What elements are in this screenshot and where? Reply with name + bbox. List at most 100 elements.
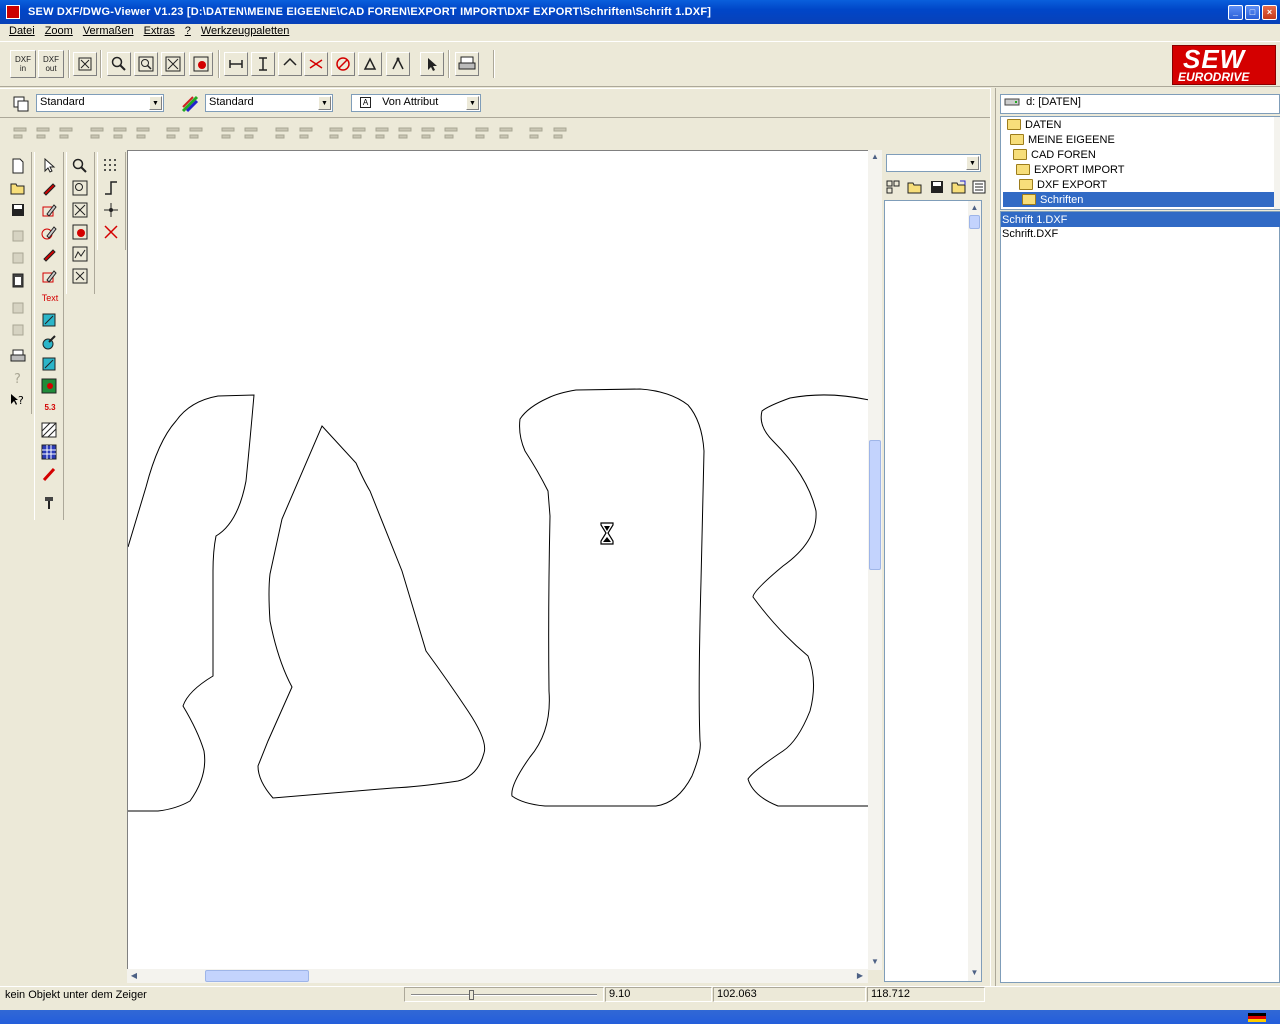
tree-item-schriften[interactable]: Schriften — [1003, 192, 1275, 207]
context-help-icon[interactable]: ? — [7, 389, 29, 410]
minimize-button[interactable]: _ — [1228, 4, 1243, 20]
layer-icon[interactable] — [9, 92, 33, 116]
scroll-up-icon[interactable]: ▲ — [868, 150, 882, 164]
list-view-icon[interactable] — [971, 177, 987, 197]
copy-icon[interactable] — [7, 247, 29, 268]
panel-splitter[interactable] — [990, 88, 996, 986]
save-icon[interactable] — [927, 177, 947, 197]
align-bottom-icon[interactable] — [133, 122, 153, 144]
menu-vermassen[interactable]: Vermaßen — [83, 25, 134, 37]
chevron-down-icon[interactable]: ▼ — [466, 96, 479, 110]
new-folder-icon[interactable] — [883, 177, 903, 197]
ortho-snap-icon[interactable] — [100, 177, 122, 198]
distribute-h-icon[interactable] — [186, 122, 206, 144]
dimension-tool-button[interactable]: 5.3 — [39, 400, 61, 416]
scroll-down-icon[interactable]: ▼ — [968, 966, 981, 980]
align-middle-icon[interactable] — [110, 122, 130, 144]
array-icon[interactable] — [472, 122, 492, 144]
fill-tool-icon[interactable] — [38, 309, 60, 330]
same-width-icon[interactable] — [272, 122, 292, 144]
stretch-icon[interactable] — [418, 122, 438, 144]
dimension-horizontal-icon[interactable] — [224, 52, 248, 76]
scroll-up-icon[interactable]: ▲ — [968, 201, 981, 215]
properties-icon[interactable] — [550, 122, 570, 144]
tree-item-daten[interactable]: DATEN — [1007, 117, 1061, 132]
file-item-schrift-1[interactable]: Schrift 1.DXF — [1001, 212, 1280, 227]
dxf-in-button[interactable]: DXF in — [10, 50, 36, 78]
menu-extras[interactable]: Extras — [144, 25, 175, 37]
zoom-tool-icon[interactable] — [69, 155, 91, 176]
tree-item-dxf-export[interactable]: DXF EXPORT — [1019, 177, 1107, 192]
align-top-icon[interactable] — [87, 122, 107, 144]
zoom-all-icon[interactable] — [73, 52, 97, 76]
scroll-thumb[interactable] — [969, 215, 980, 229]
select-arrow-icon[interactable] — [38, 155, 60, 176]
space-h-icon[interactable] — [218, 122, 238, 144]
canvas-horizontal-scrollbar[interactable]: ◀ ▶ — [127, 969, 868, 983]
dxf-out-button[interactable]: DXF out — [38, 50, 64, 78]
hatch-tool-icon[interactable] — [38, 419, 60, 440]
paste-icon[interactable] — [7, 269, 29, 290]
image-tool-icon[interactable] — [38, 375, 60, 396]
file-list[interactable]: Schrift 1.DXF Schrift.DXF — [1000, 211, 1280, 983]
pencil-tool-icon[interactable] — [38, 463, 60, 484]
linetype-icon[interactable] — [178, 92, 202, 116]
dimension-vertical-icon[interactable] — [251, 52, 275, 76]
drawing-canvas[interactable] — [127, 150, 868, 970]
new-file-icon[interactable] — [7, 155, 29, 176]
menu-help[interactable]: ? — [185, 25, 191, 37]
align-left-icon[interactable] — [10, 122, 30, 144]
endpoint-snap-icon[interactable] — [100, 199, 122, 220]
scroll-left-icon[interactable]: ◀ — [127, 969, 141, 983]
side-panel-select[interactable]: ▼ — [886, 154, 981, 172]
chevron-down-icon[interactable]: ▼ — [149, 96, 162, 110]
explode-icon[interactable] — [441, 122, 461, 144]
print-icon[interactable] — [455, 52, 479, 76]
menu-werkzeugpaletten[interactable]: Werkzeugpaletten — [201, 25, 289, 37]
align-right-icon[interactable] — [56, 122, 76, 144]
distribute-v-icon[interactable] — [163, 122, 183, 144]
zoom-previous-tool-icon[interactable] — [69, 221, 91, 242]
app-icon[interactable] — [6, 5, 20, 19]
maximize-button[interactable]: □ — [1245, 4, 1260, 20]
save-file-icon[interactable] — [7, 199, 29, 220]
layer-select[interactable]: Standard ▼ — [36, 94, 164, 112]
canvas-vertical-scrollbar[interactable]: ▲ ▼ — [868, 150, 882, 970]
close-button[interactable]: × — [1262, 4, 1277, 20]
same-height-icon[interactable] — [296, 122, 316, 144]
drive-select[interactable]: d: [DATEN] — [1000, 94, 1280, 114]
zoom-fit-tool-icon[interactable] — [69, 265, 91, 286]
select-pointer-icon[interactable] — [420, 52, 444, 76]
menu-datei[interactable]: Datei — [9, 25, 35, 37]
print-preview-icon[interactable] — [7, 345, 29, 366]
block-tool-icon[interactable] — [38, 353, 60, 374]
line-tool-icon[interactable] — [38, 177, 60, 198]
paint-tool-icon[interactable] — [38, 331, 60, 352]
intersection-snap-icon[interactable] — [100, 221, 122, 242]
dimension-diameter-icon[interactable] — [331, 52, 355, 76]
space-v-icon[interactable] — [241, 122, 261, 144]
group-icon[interactable] — [326, 122, 346, 144]
scroll-thumb[interactable] — [869, 440, 881, 570]
zoom-previous-icon[interactable] — [189, 52, 213, 76]
redo-icon[interactable] — [7, 319, 29, 340]
file-item-schrift[interactable]: Schrift.DXF — [1002, 226, 1058, 241]
color-grid-icon[interactable] — [38, 441, 60, 462]
scroll-thumb[interactable] — [205, 970, 309, 982]
zoom-icon[interactable] — [107, 52, 131, 76]
spline-tool-icon[interactable] — [38, 265, 60, 286]
side-panel-scrollbar[interactable]: ▲ ▼ — [968, 201, 981, 981]
open-folder-icon[interactable] — [905, 177, 925, 197]
dimension-angle-icon[interactable] — [304, 52, 328, 76]
scroll-down-icon[interactable]: ▼ — [868, 955, 882, 969]
arc-tool-icon[interactable] — [38, 221, 60, 242]
text-tool-button[interactable]: Text — [39, 290, 61, 306]
undo-icon[interactable] — [7, 297, 29, 318]
align-center-icon[interactable] — [33, 122, 53, 144]
dimension-radius-icon[interactable] — [358, 52, 382, 76]
menu-zoom[interactable]: Zoom — [45, 25, 73, 37]
tree-scrollbar[interactable] — [1274, 117, 1280, 209]
zoom-extents-icon[interactable] — [161, 52, 185, 76]
rotate-icon[interactable] — [349, 122, 369, 144]
chevron-down-icon[interactable]: ▼ — [966, 156, 979, 170]
